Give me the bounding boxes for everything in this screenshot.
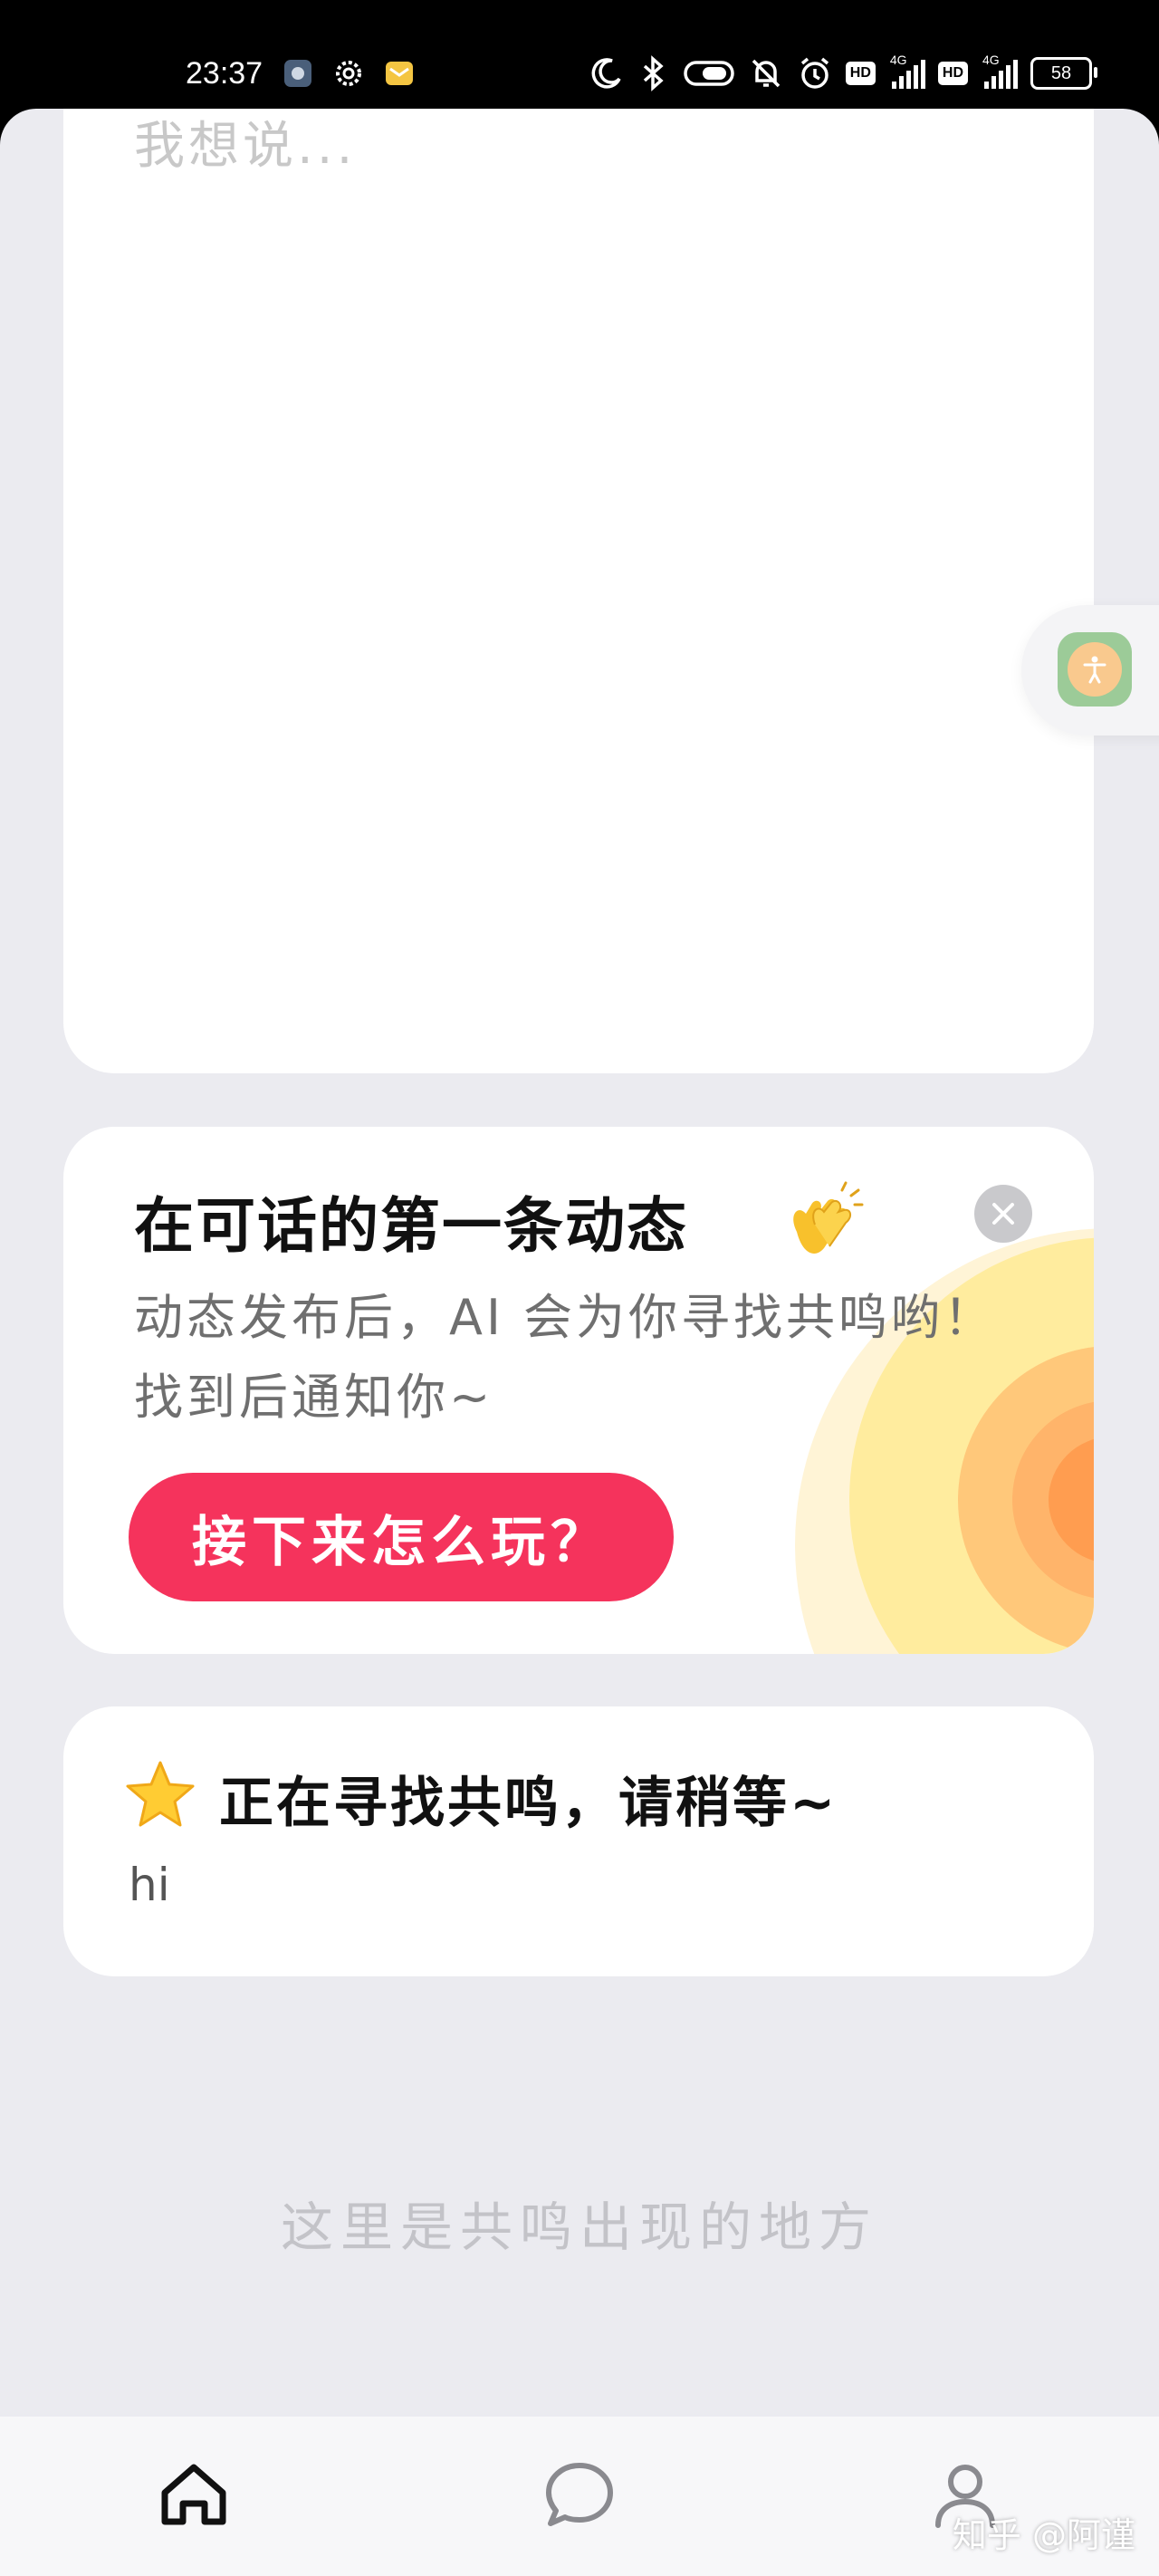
close-icon [992, 1203, 1014, 1225]
clapping-hands-icon [793, 1181, 864, 1254]
hd-icon: HD [937, 62, 968, 85]
how-to-play-button[interactable]: 接下来怎么玩？ [129, 1473, 674, 1601]
battery-level: 58 [1050, 62, 1072, 83]
chat-icon[interactable] [541, 2456, 618, 2533]
hd-icon: HD [845, 62, 876, 85]
bluetooth-icon [643, 55, 664, 91]
watermark: 知乎 @阿谨 [952, 2515, 1135, 2555]
accessibility-icon-bg [1058, 632, 1132, 706]
status-bar: 23:37 HD 4G HD 4G 58 [0, 0, 1159, 109]
status-time: 23:37 [186, 56, 263, 91]
accessibility-icon [1068, 642, 1122, 697]
status-title: 正在寻找共鸣，请稍等~ [219, 1772, 838, 1835]
mail-icon [386, 62, 413, 85]
status-icons: HD 4G HD 4G 58 [589, 53, 1097, 92]
settings-icon [284, 60, 311, 87]
onboarding-tip-card: 在可话的第一条动态 动态发布后，AI 会为你寻找共鸣哟！ 找到后通知你~ 接下来… [63, 1127, 1094, 1654]
close-button[interactable] [974, 1185, 1032, 1243]
post-content: hi [129, 1859, 170, 1911]
tip-title: 在可话的第一条动态 [134, 1191, 688, 1261]
alarm-icon [800, 57, 829, 89]
signal-icon: 4G [888, 53, 925, 89]
empty-state-hint: 这里是共鸣出现的地方 [280, 2196, 878, 2258]
bottom-navigation: 知乎 @阿谨 [0, 2417, 1159, 2576]
post-status-card[interactable]: 正在寻找共鸣，请稍等~ hi [63, 1706, 1094, 1976]
vibrate-icon [684, 61, 734, 86]
moon-icon [591, 58, 621, 89]
compose-input[interactable]: 我想说... [134, 109, 356, 178]
mute-icon [752, 59, 781, 88]
home-icon[interactable] [156, 2456, 232, 2533]
gear-icon [336, 61, 361, 86]
tip-description-line1: 动态发布后，AI 会为你寻找共鸣哟！ [134, 1289, 997, 1346]
app-screen: 我想说... 在可话的第一条动态 动态发布后，AI 会为你寻找共鸣哟！ 找到后通… [0, 109, 1159, 2576]
accessibility-float-button[interactable] [1021, 605, 1159, 735]
signal-icon: 4G [981, 53, 1018, 89]
star-icon [126, 1761, 195, 1827]
tip-description-line2: 找到后通知你~ [134, 1369, 494, 1426]
battery-icon: 58 [1030, 57, 1097, 90]
compose-card[interactable]: 我想说... [63, 109, 1094, 1073]
